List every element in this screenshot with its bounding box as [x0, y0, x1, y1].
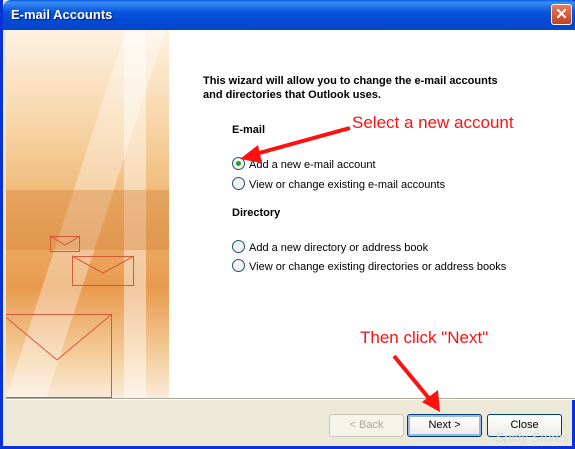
- annotation-arrows: [240, 126, 440, 412]
- watermark: Spiffy Stores: [495, 430, 569, 445]
